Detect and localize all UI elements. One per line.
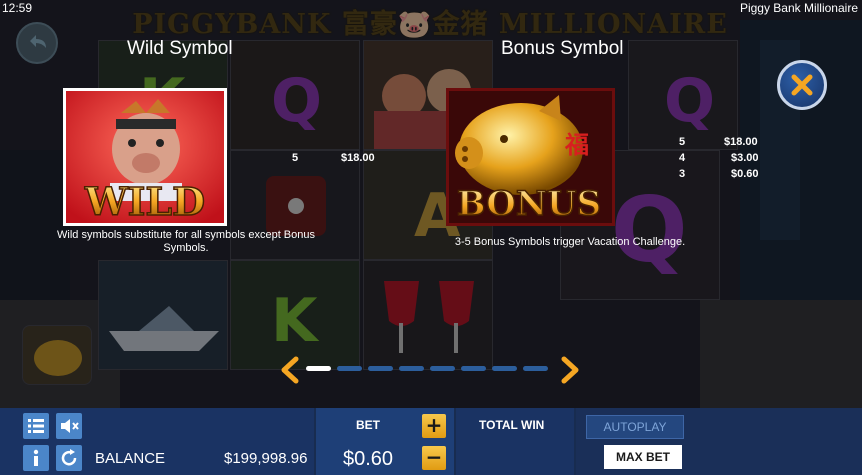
info-icon [33, 449, 39, 466]
wild-symbol-heading: Wild Symbol [127, 38, 233, 59]
payout-value: $18.00 [341, 152, 375, 164]
refresh-icon [61, 449, 77, 466]
info-button[interactable] [23, 445, 49, 471]
game-name: Piggy Bank Millionaire [739, 1, 858, 15]
close-icon [791, 74, 813, 96]
bonus-symbol-description: 3-5 Bonus Symbols trigger Vacation Chall… [454, 236, 686, 248]
total-win-label: TOTAL WIN [479, 418, 545, 432]
history-button[interactable] [56, 445, 82, 471]
chevron-right-icon [561, 356, 579, 384]
payout-value: $3.00 [731, 152, 759, 164]
balance-panel: BALANCE $199,998.96 [0, 408, 314, 475]
page-dot[interactable] [461, 366, 486, 371]
increase-bet-button[interactable]: + [422, 414, 446, 438]
bonus-card-text: BONUS [457, 184, 601, 223]
back-arrow-icon [30, 35, 46, 48]
decrease-bet-button[interactable]: − [422, 446, 446, 470]
page-indicator [306, 366, 548, 371]
balance-value: $199,998.96 [224, 450, 308, 467]
balance-label: BALANCE [95, 450, 166, 467]
control-bar: BALANCE $199,998.96 BET $0.60 + − TOTAL … [0, 408, 862, 475]
chevron-left-icon [281, 356, 299, 384]
payout-value: $0.60 [731, 168, 759, 180]
bet-label: BET [356, 418, 380, 432]
bonus-symbol-heading: Bonus Symbol [501, 38, 624, 59]
menu-button[interactable] [23, 413, 49, 439]
payout-value: $18.00 [724, 136, 758, 148]
autoplay-button[interactable]: AUTOPLAY [586, 415, 684, 439]
wild-symbol-description: Wild symbols substitute for all symbols … [57, 229, 315, 254]
clock: 12:59 [2, 1, 33, 15]
speaker-muted-icon [61, 419, 79, 433]
bet-value: $0.60 [343, 448, 394, 470]
payout-count: 3 [679, 168, 686, 180]
payout-count: 5 [292, 152, 299, 164]
wild-card-text: WILD [84, 179, 205, 223]
wild-symbol-card: WILD [63, 88, 227, 226]
wild-pig-icon: WILD [66, 91, 224, 225]
close-button[interactable] [777, 60, 827, 110]
page-dot[interactable] [399, 366, 424, 371]
page-dot[interactable] [523, 366, 548, 371]
list-menu-icon [28, 419, 44, 433]
svg-text:福: 福 [564, 131, 589, 159]
next-page-button[interactable] [556, 356, 582, 384]
payout-count: 4 [679, 152, 686, 164]
page-dot[interactable] [368, 366, 393, 371]
page-dot[interactable] [430, 366, 455, 371]
sound-toggle-button[interactable] [56, 413, 82, 439]
back-button[interactable] [16, 22, 58, 64]
previous-page-button[interactable] [278, 356, 304, 384]
payout-count: 5 [679, 136, 686, 148]
golden-piggy-bank-icon: 福 BONUS [449, 91, 612, 225]
page-dot[interactable] [337, 366, 362, 371]
bonus-symbol-card: 福 BONUS [446, 88, 615, 226]
page-dot[interactable] [492, 366, 517, 371]
page-dot[interactable] [306, 366, 331, 371]
max-bet-button[interactable]: MAX BET [604, 445, 682, 469]
